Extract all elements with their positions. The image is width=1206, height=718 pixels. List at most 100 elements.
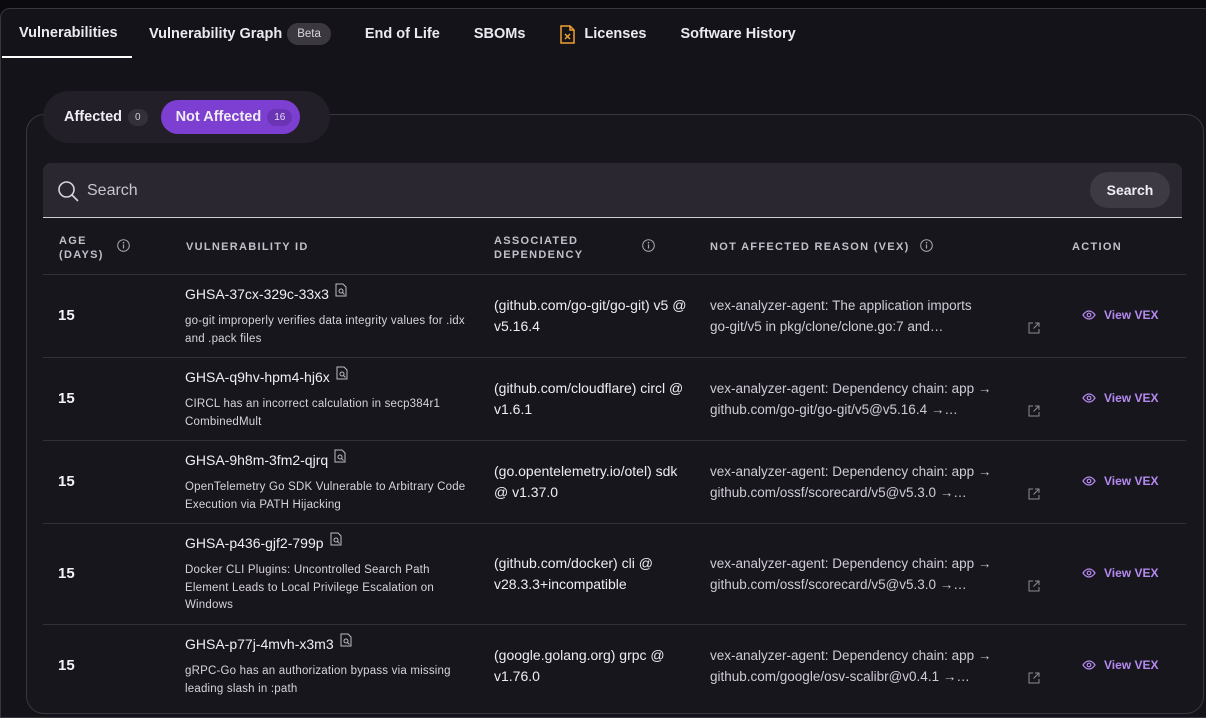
eye-icon — [1082, 310, 1096, 320]
eye-icon — [1082, 568, 1096, 578]
table-row: 15 GHSA-p436-gjf2-799p Docker CLI Plugin… — [43, 524, 1186, 625]
external-link-icon[interactable] — [1028, 580, 1040, 592]
table-row: 15 GHSA-9h8m-3fm2-qjrq OpenTelemetry Go … — [43, 441, 1186, 524]
tab-software-history[interactable]: Software History — [663, 10, 812, 58]
tab-bar: Vulnerabilities Vulnerability Graph Beta… — [2, 10, 1206, 58]
vulnerability-id[interactable]: GHSA-9h8m-3fm2-qjrq — [185, 449, 347, 468]
tab-licenses[interactable]: Licenses — [542, 10, 663, 58]
vex-reason: vex-analyzer-agent: Dependency chain: ap… — [710, 553, 1020, 595]
vulnerability-id-text: GHSA-q9hv-hpm4-hj6x — [185, 369, 330, 385]
vex-reason: vex-analyzer-agent: Dependency chain: ap… — [710, 378, 1020, 420]
tab-label: SBOMs — [473, 26, 526, 42]
search-icon — [58, 181, 79, 202]
view-vex-label: View VEX — [1104, 391, 1159, 405]
vulnerability-description: go-git improperly verifies data integrit… — [185, 315, 465, 345]
age-value: 15 — [58, 473, 75, 490]
dependency-header-line1: ASSOCIATED — [494, 235, 579, 247]
document-search-icon[interactable] — [335, 283, 348, 297]
age-value: 15 — [58, 565, 75, 582]
vulnerability-id-text: GHSA-37cx-329c-33x3 — [185, 286, 329, 302]
search-button[interactable]: Search — [1090, 172, 1170, 208]
tab-vulnerabilities[interactable]: Vulnerabilities — [2, 10, 132, 58]
age-header-line2: (DAYS) — [59, 249, 104, 261]
vex-reason: vex-analyzer-agent: Dependency chain: ap… — [710, 461, 1020, 503]
external-link-icon[interactable] — [1028, 405, 1040, 417]
table-header: AGE (DAYS) VULNERABILITY ID ASSOCIATED D… — [43, 219, 1186, 275]
vex-reason: vex-analyzer-agent: Dependency chain: ap… — [710, 645, 1020, 687]
view-vex-button[interactable]: View VEX — [1082, 308, 1158, 322]
column-header-vulnerability-id: VULNERABILITY ID — [186, 241, 309, 253]
affected-count: 0 — [128, 108, 148, 126]
vulnerability-id[interactable]: GHSA-37cx-329c-33x3 — [185, 283, 348, 302]
affected-filter-button[interactable]: Affected 0 — [49, 100, 156, 134]
age-value: 15 — [58, 657, 75, 674]
vulnerability-id[interactable]: GHSA-p77j-4mvh-x3m3 — [185, 633, 353, 652]
dependency-value: (go.opentelemetry.io/otel) sdk @ v1.37.0 — [494, 463, 678, 500]
dependency-value: (github.com/cloudflare) circl @ v1.6.1 — [494, 380, 684, 417]
dependency-value: (google.golang.org) grpc @ v1.76.0 — [494, 647, 665, 684]
vulnerability-description: Docker CLI Plugins: Uncontrolled Search … — [185, 564, 434, 611]
view-vex-label: View VEX — [1104, 474, 1159, 488]
external-link-icon[interactable] — [1028, 488, 1040, 500]
license-file-icon — [560, 24, 576, 44]
tab-label: Vulnerability Graph — [149, 26, 283, 42]
vex-reason-line1: vex-analyzer-agent: Dependency chain: ap… — [710, 464, 992, 479]
tab-label: Software History — [680, 26, 796, 42]
table-row: 15 GHSA-q9hv-hpm4-hj6x CIRCL has an inco… — [43, 358, 1186, 441]
document-search-icon[interactable] — [330, 532, 343, 546]
search-button-label: Search — [1106, 182, 1154, 198]
external-link-icon[interactable] — [1028, 322, 1040, 334]
info-icon[interactable] — [642, 239, 655, 252]
not-affected-filter-button[interactable]: Not Affected 16 — [160, 100, 301, 134]
vulnerability-id-text: GHSA-p77j-4mvh-x3m3 — [185, 636, 334, 652]
vulnerability-id-text: GHSA-9h8m-3fm2-qjrq — [185, 452, 329, 468]
view-vex-button[interactable]: View VEX — [1082, 566, 1158, 580]
view-vex-button[interactable]: View VEX — [1082, 474, 1158, 488]
view-vex-label: View VEX — [1104, 308, 1159, 322]
eye-icon — [1082, 476, 1096, 486]
vulnerability-description: gRPC-Go has an authorization bypass via … — [185, 665, 451, 695]
document-search-icon[interactable] — [334, 449, 347, 463]
tab-label: Vulnerabilities — [19, 25, 118, 41]
view-vex-button[interactable]: View VEX — [1082, 658, 1158, 672]
vulnerability-description: OpenTelemetry Go SDK Vulnerable to Arbit… — [185, 481, 466, 511]
view-vex-button[interactable]: View VEX — [1082, 391, 1158, 405]
info-icon[interactable] — [920, 239, 933, 252]
vex-reason: vex-analyzer-agent: The application impo… — [710, 295, 1020, 337]
not-affected-count: 16 — [267, 108, 293, 126]
affected-label: Affected — [64, 109, 123, 125]
vex-reason-line2: go-git/v5 in pkg/clone/clone.go:7 and… — [710, 319, 944, 334]
view-vex-label: View VEX — [1104, 566, 1159, 580]
affected-filter-toggle: Affected 0 Not Affected 16 — [43, 91, 330, 143]
vex-reason-line1: vex-analyzer-agent: The application impo… — [710, 298, 972, 313]
tab-end-of-life[interactable]: End of Life — [348, 10, 457, 58]
vex-reason-line2: github.com/go-git/go-git/v5@v5.16.4 →… — [710, 402, 958, 417]
age-value: 15 — [58, 307, 75, 324]
vex-reason-line2: github.com/ossf/scorecard/v5@v5.3.0 →… — [710, 485, 967, 500]
dependency-header-line2: DEPENDENCY — [494, 249, 584, 261]
vulnerability-id-text: GHSA-p436-gjf2-799p — [185, 535, 324, 551]
tab-label: End of Life — [364, 26, 440, 42]
table-row: 15 GHSA-p77j-4mvh-x3m3 gRPC-Go has an au… — [43, 625, 1186, 715]
column-header-reason: NOT AFFECTED REASON (VEX) — [710, 241, 910, 253]
not-affected-label: Not Affected — [175, 109, 262, 125]
tab-sboms[interactable]: SBOMs — [457, 10, 543, 58]
vex-reason-line1: vex-analyzer-agent: Dependency chain: ap… — [710, 381, 992, 396]
vulnerability-description: CIRCL has an incorrect calculation in se… — [185, 398, 441, 428]
eye-icon — [1082, 393, 1096, 403]
vulnerability-id[interactable]: GHSA-q9hv-hpm4-hj6x — [185, 366, 349, 385]
view-vex-label: View VEX — [1104, 658, 1159, 672]
external-link-icon[interactable] — [1028, 672, 1040, 684]
column-header-action: ACTION — [1072, 241, 1122, 253]
vex-reason-line1: vex-analyzer-agent: Dependency chain: ap… — [710, 648, 992, 663]
eye-icon — [1082, 660, 1096, 670]
age-value: 15 — [58, 390, 75, 407]
info-icon[interactable] — [117, 239, 130, 252]
vulnerability-id[interactable]: GHSA-p436-gjf2-799p — [185, 532, 343, 551]
document-search-icon[interactable] — [340, 633, 353, 647]
search-input[interactable] — [85, 175, 1069, 207]
document-search-icon[interactable] — [336, 366, 349, 380]
search-bar: Search — [43, 163, 1182, 218]
tab-vulnerability-graph[interactable]: Vulnerability Graph Beta — [132, 10, 348, 58]
dependency-value: (github.com/go-git/go-git) v5 @ v5.16.4 — [494, 297, 687, 334]
